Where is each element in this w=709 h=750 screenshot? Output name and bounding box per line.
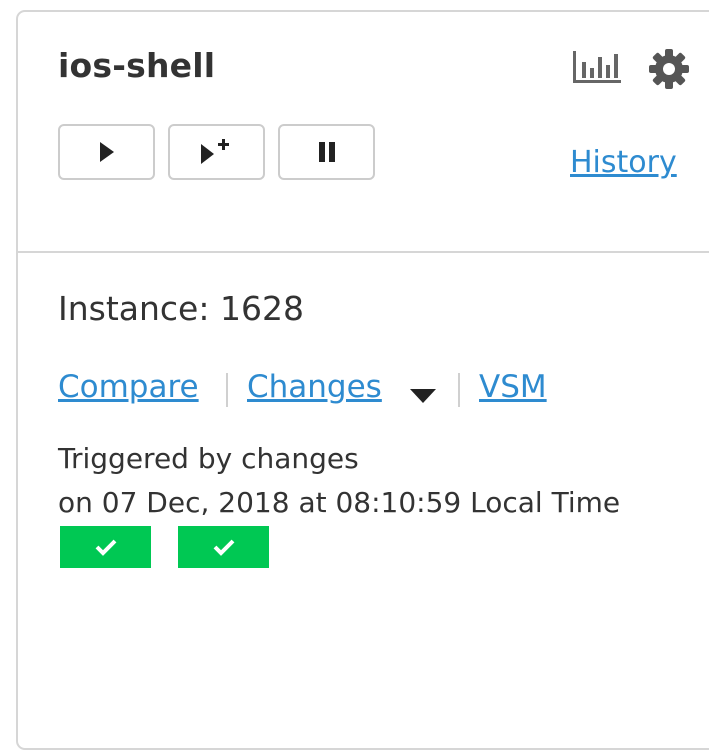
history-link[interactable]: History	[570, 145, 677, 180]
pipeline-header: ios-shell History	[18, 12, 709, 253]
stage-passed-2[interactable]	[178, 526, 269, 568]
play-plus-icon	[200, 139, 229, 164]
triggered-by-text: Triggered by changes	[58, 442, 359, 475]
stats-chart-icon[interactable]	[571, 49, 623, 85]
pipeline-name[interactable]: ios-shell	[58, 46, 215, 85]
pause-pipeline-button[interactable]	[278, 124, 375, 180]
link-separator	[458, 373, 460, 407]
checkmark-icon	[213, 539, 234, 556]
instance-label: Instance: 1628	[58, 289, 304, 328]
link-separator	[226, 373, 228, 407]
pause-icon	[318, 142, 335, 162]
triggered-at-text: on 07 Dec, 2018 at 08:10:59 Local Time	[58, 486, 621, 519]
gear-icon[interactable]	[648, 48, 690, 90]
stage-passed-1[interactable]	[60, 526, 151, 568]
compare-link[interactable]: Compare	[58, 369, 199, 405]
trigger-pipeline-button[interactable]	[58, 124, 155, 180]
pipeline-card: ios-shell History Instance: 1628 Compare…	[16, 10, 709, 750]
trigger-with-options-button[interactable]	[168, 124, 265, 180]
caret-down-icon[interactable]	[408, 387, 438, 405]
vsm-link[interactable]: VSM	[479, 369, 547, 405]
changes-link[interactable]: Changes	[247, 369, 382, 405]
checkmark-icon	[95, 539, 116, 556]
play-icon	[99, 142, 114, 162]
